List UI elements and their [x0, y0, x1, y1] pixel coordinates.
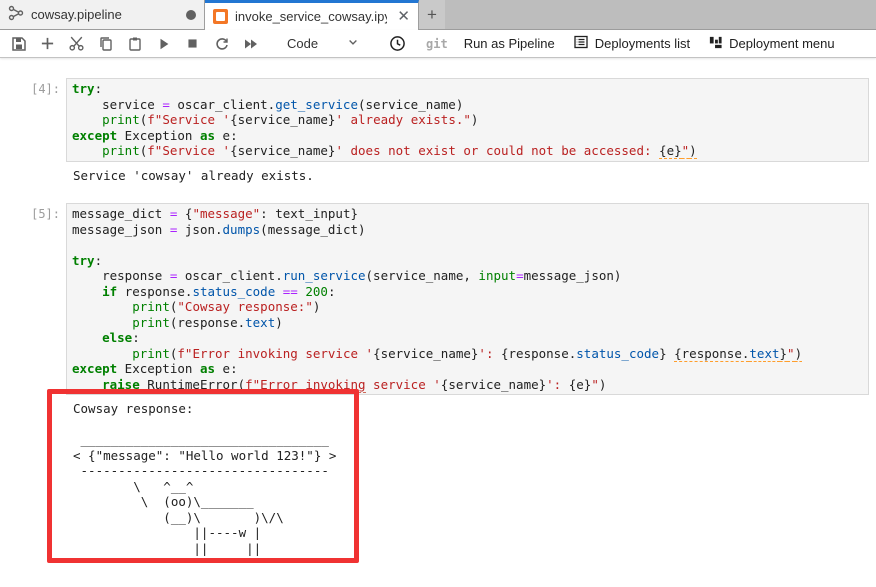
blocks-icon — [708, 35, 723, 53]
cut-cells-button[interactable] — [62, 32, 91, 56]
close-icon[interactable]: ✕ — [397, 9, 410, 24]
run-as-pipeline-label: Run as Pipeline — [464, 36, 555, 51]
execution-prompt: [5]: — [0, 203, 66, 395]
clock-icon[interactable] — [383, 32, 412, 56]
tab-cowsay-pipeline[interactable]: cowsay.pipeline — [0, 0, 205, 30]
notebook-panel: [4]:try: service = oscar_client.get_serv… — [0, 58, 876, 587]
cell-output: Cowsay response: _______________________… — [66, 401, 876, 556]
tab-title: invoke_service_cowsay.ipynb — [235, 9, 387, 24]
notebook-toolbar: Code git Run as Pipeline Deployments lis… — [0, 30, 876, 58]
pipeline-icon — [8, 5, 24, 24]
paste-cells-button[interactable] — [120, 32, 149, 56]
tab-bar-filler — [445, 0, 876, 30]
deployment-menu-button[interactable]: Deployment menu — [708, 35, 835, 53]
tab-bar: cowsay.pipeline invoke_service_cowsay.ip… — [0, 0, 876, 30]
dirty-indicator-icon — [186, 10, 196, 20]
save-button[interactable] — [4, 32, 33, 56]
stop-button[interactable] — [178, 32, 207, 56]
tab-title: cowsay.pipeline — [31, 7, 122, 22]
cell-type-value: Code — [287, 36, 318, 51]
cell-gap — [0, 183, 876, 203]
cell-editor[interactable]: try: service = oscar_client.get_service(… — [66, 78, 869, 162]
restart-and-run-all-button[interactable] — [236, 32, 265, 56]
insert-cell-button[interactable] — [33, 32, 62, 56]
deployments-list-label: Deployments list — [595, 36, 690, 51]
cell-output: Service 'cowsay' already exists. — [66, 168, 876, 184]
jupyterlab-window: cowsay.pipeline invoke_service_cowsay.ip… — [0, 0, 876, 587]
copy-cells-button[interactable] — [91, 32, 120, 56]
new-tab-button[interactable]: + — [419, 0, 445, 30]
run-as-pipeline-button[interactable]: Run as Pipeline — [464, 36, 555, 51]
execution-prompt: [4]: — [0, 78, 66, 162]
notebook-icon — [213, 9, 228, 24]
list-icon — [573, 34, 589, 53]
cell-editor[interactable]: message_dict = {"message": text_input} m… — [66, 203, 869, 395]
tab-invoke-service-cowsay[interactable]: invoke_service_cowsay.ipynb ✕ — [205, 0, 419, 30]
deployments-list-button[interactable]: Deployments list — [573, 34, 690, 53]
notebook-cells: [4]:try: service = oscar_client.get_serv… — [0, 78, 876, 576]
code-cell: [4]:try: service = oscar_client.get_serv… — [0, 78, 876, 162]
run-button[interactable] — [149, 32, 178, 56]
git-label: git — [426, 37, 448, 51]
cell-type-dropdown[interactable]: Code — [279, 33, 367, 55]
restart-kernel-button[interactable] — [207, 32, 236, 56]
code-cell: [5]:message_dict = {"message": text_inpu… — [0, 203, 876, 395]
cell-gap — [0, 556, 876, 576]
deployment-menu-label: Deployment menu — [729, 36, 835, 51]
chevron-down-icon — [347, 36, 359, 51]
